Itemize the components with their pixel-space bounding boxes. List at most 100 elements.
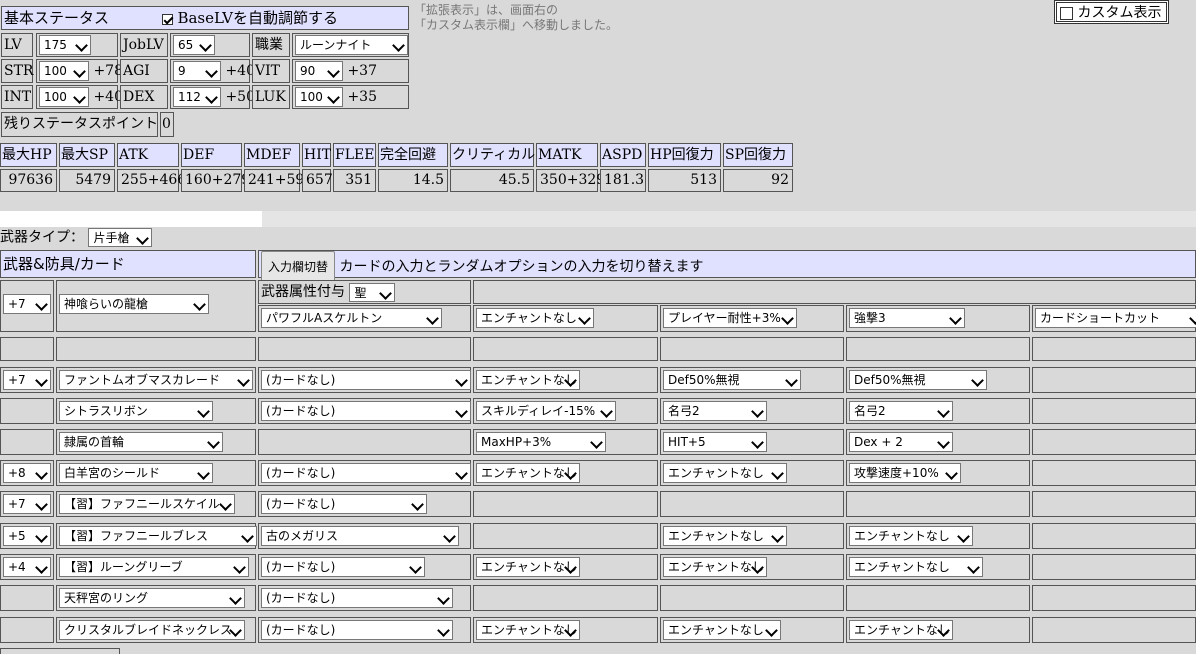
equipment-name-select[interactable]: ファントムオブマスカレード <box>59 370 253 390</box>
card-shortcut-select[interactable]: カードショートカット <box>1035 308 1196 328</box>
card-select[interactable]: (カードなし) <box>261 557 425 577</box>
option2-select[interactable]: 名弓2 <box>663 401 767 421</box>
vit-select-cell: 90 +37 <box>292 59 409 83</box>
card-select[interactable]: (カードなし) <box>261 588 453 608</box>
equipment-name-select[interactable]: 白羊宮のシールド <box>59 463 213 483</box>
stat-header: ATK <box>117 143 179 167</box>
equip-section-header: 武器&防具/カード <box>0 250 256 278</box>
chevron-down-icon <box>937 436 950 449</box>
dex-select[interactable]: 112 <box>173 87 221 107</box>
equipment-cell: (カードなし) <box>258 491 471 517</box>
card-select[interactable]: (カードなし) <box>261 370 471 390</box>
option2-select[interactable]: エンチャントなし <box>663 557 767 577</box>
job-label: 職業 <box>255 37 283 53</box>
agi-select[interactable]: 9 <box>173 61 221 81</box>
input-toggle-button[interactable]: 入力欄切替 <box>261 251 336 283</box>
equipment-cell: エンチャントなし <box>660 523 844 549</box>
refine-select[interactable]: +7 <box>3 370 51 390</box>
option3-select[interactable]: エンチャントなし <box>849 526 973 546</box>
chevron-down-icon <box>751 405 764 418</box>
equipment-cell: エンチャントなし <box>660 460 844 486</box>
joblv-select[interactable]: 65 <box>173 35 215 55</box>
int-select[interactable]: 100 <box>39 87 89 107</box>
option2-select[interactable]: Def50%無視 <box>663 370 801 390</box>
option3-select[interactable]: エンチャントなし <box>849 620 953 640</box>
dex-select-cell: 112 +50 <box>170 85 255 109</box>
option3-select[interactable]: 攻撃速度+10% <box>849 463 961 483</box>
card-select[interactable]: (カードなし) <box>261 463 471 483</box>
stat-value: 241+59 <box>244 169 304 192</box>
weapon-refine-select[interactable]: +7 <box>3 294 51 314</box>
chevron-down-icon <box>455 405 468 418</box>
stat-value: 513 <box>648 169 721 192</box>
option1-select[interactable]: エンチャントなし <box>476 620 580 640</box>
equip-toggle-bar: 入力欄切替 カードの入力とランダムオプションの入力を切り替えます <box>258 250 1196 283</box>
option2-select[interactable]: HIT+5 <box>663 432 767 452</box>
refine-select[interactable]: +7 <box>3 494 51 514</box>
weapon-element-label: 武器属性付与 <box>261 284 345 300</box>
stat-value: 97636 <box>0 169 57 192</box>
weapon-element-select[interactable]: 聖 <box>349 282 396 302</box>
equipment-name-select[interactable]: 【習】ファフニールブレス <box>59 526 257 546</box>
equipment-cell <box>258 429 471 455</box>
equipment-name-select[interactable]: クリスタルブレイドネックレス <box>59 620 245 640</box>
option1-select[interactable]: スキルディレイ-15% <box>476 401 616 421</box>
str-select[interactable]: 100 <box>39 61 89 81</box>
option2-select[interactable]: エンチャントなし <box>663 463 787 483</box>
refine-select[interactable]: +5 <box>3 526 51 546</box>
weapon-opt1-select[interactable]: エンチャントなし <box>476 308 594 328</box>
int-select-cell: 100 +40 <box>36 85 123 109</box>
equipment-cell <box>1032 585 1196 611</box>
weapon-opt2-cell: プレイヤー耐性+3% <box>660 305 844 332</box>
card-select[interactable]: (カードなし) <box>261 494 427 514</box>
option2-select[interactable]: エンチャントなし <box>663 620 781 640</box>
weapon-card-select[interactable]: パワフルAスケルトン <box>261 308 442 328</box>
lv-select[interactable]: 175 <box>39 35 91 55</box>
option3-select[interactable]: Dex + 2 <box>849 432 953 452</box>
equipment-name-select[interactable]: 【習】ファフニールスケイル <box>59 494 235 514</box>
option1-select[interactable]: MaxHP+3% <box>476 432 606 452</box>
refine-select[interactable]: +4 <box>3 557 51 577</box>
card-select[interactable]: (カードなし) <box>261 620 453 640</box>
option1-select[interactable]: エンチャントなし <box>476 557 580 577</box>
option1-select[interactable]: エンチャントなし <box>476 463 580 483</box>
equipment-name-select[interactable]: シトラスリボン <box>59 401 213 421</box>
empty-cell <box>1032 337 1196 361</box>
option2-select[interactable]: エンチャントなし <box>663 526 787 546</box>
stat-value-text: 5479 <box>75 172 111 188</box>
auto-adjust-option[interactable]: BaseLVを自動調節する <box>162 7 338 30</box>
chevron-down-icon <box>237 374 250 387</box>
equipment-cell: 天秤宮のリング <box>56 585 256 611</box>
stat-header: クリティカル <box>450 143 535 167</box>
auto-adjust-checkbox[interactable] <box>162 13 173 25</box>
equipment-cell: (カードなし) <box>258 398 471 424</box>
weapon-type-select[interactable]: 片手槍 <box>88 228 153 247</box>
weapon-opt1-cell: エンチャントなし <box>473 305 658 332</box>
vit-select[interactable]: 90 <box>295 61 343 81</box>
weapon-opt3-select[interactable]: 強撃3 <box>849 308 965 328</box>
custom-display-checkbox[interactable] <box>1060 6 1073 20</box>
equipment-name-select[interactable]: 隷属の首輪 <box>59 432 223 452</box>
card-select[interactable]: (カードなし) <box>261 401 471 421</box>
vit-bonus: +37 <box>347 63 377 79</box>
stat-header: SP回復力 <box>723 143 793 167</box>
weapon-opt2-select[interactable]: プレイヤー耐性+3% <box>663 308 797 328</box>
equipment-name-select[interactable]: 天秤宮のリング <box>59 588 245 608</box>
equipment-name-select[interactable]: 【習】ルーングリーブ <box>59 557 249 577</box>
equipment-row: +7 【習】ファフニールスケイル (カードなし) <box>0 491 1196 517</box>
option1-select[interactable]: エンチャントなし <box>476 370 580 390</box>
card-select[interactable]: 古のメガリス <box>261 526 459 546</box>
custom-display-toggle[interactable]: カスタム表示 <box>1054 0 1169 24</box>
stat-value: 255+466 <box>117 169 186 192</box>
agi-bonus: +40 <box>225 63 255 79</box>
luk-select[interactable]: 100 <box>295 87 343 107</box>
job-select[interactable]: ルーンナイト <box>295 35 408 55</box>
option3-select[interactable]: Def50%無視 <box>849 370 987 390</box>
refine-select[interactable]: +8 <box>3 463 51 483</box>
weapon-name-select[interactable]: 神喰らいの龍槍 <box>59 294 209 314</box>
option3-select[interactable]: 名弓2 <box>849 401 953 421</box>
equipment-cell: +7 <box>0 367 54 393</box>
joblv-label: JobLV <box>123 37 164 53</box>
chevron-down-icon <box>437 592 450 605</box>
option3-select[interactable]: エンチャントなし <box>849 557 983 577</box>
